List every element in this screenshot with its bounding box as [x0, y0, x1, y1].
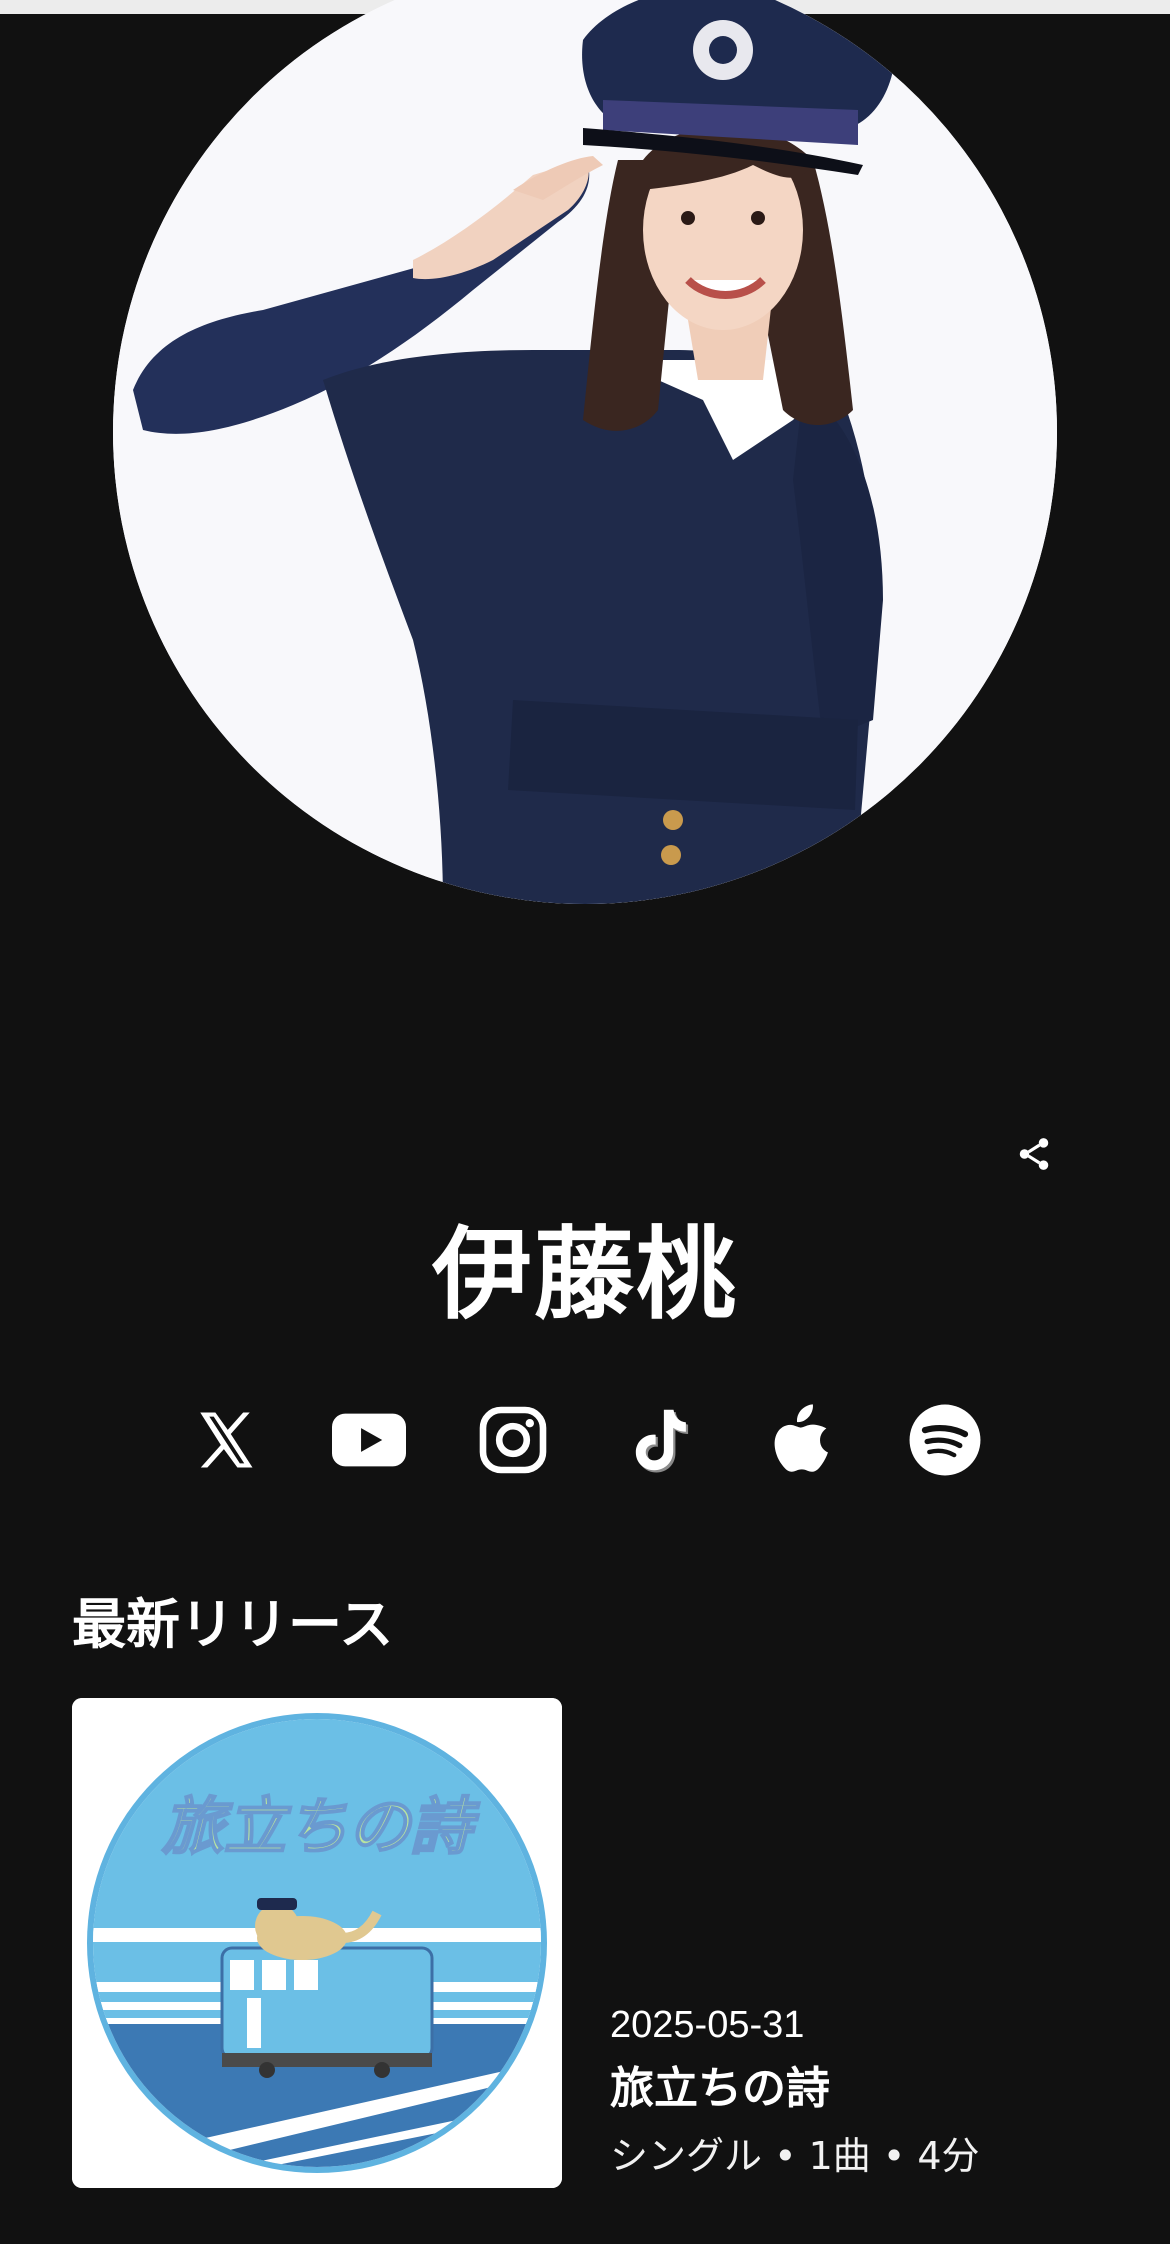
artist-page: 伊藤桃 最新リリース 旅立ちの詩 2025-05-31 旅立ちの詩 シングル •… [0, 0, 1170, 2244]
release-title[interactable]: 旅立ちの詩 [610, 2056, 1090, 2122]
apple-music-link[interactable] [761, 1400, 841, 1480]
youtube-icon [332, 1413, 406, 1467]
release-date: 2025-05-31 [610, 2004, 805, 2046]
artist-photo [113, 0, 1057, 904]
instagram-icon [479, 1406, 547, 1474]
x-icon [200, 1412, 253, 1468]
spotify-icon [909, 1404, 981, 1476]
share-icon [1019, 1138, 1049, 1170]
spotify-link[interactable] [905, 1400, 985, 1480]
apple-icon [774, 1404, 828, 1472]
release-meta: シングル • 1曲 • 4分 [610, 2134, 980, 2178]
instagram-link[interactable] [473, 1400, 553, 1480]
share-button[interactable] [1010, 1130, 1058, 1178]
cover-title-text: 旅立ちの詩 [161, 1790, 480, 1863]
tiktok-icon [635, 1409, 689, 1473]
latest-release-card[interactable]: 旅立ちの詩 2025-05-31 旅立ちの詩 シングル • 1曲 • 4分 [72, 1698, 1098, 2188]
latest-release-heading: 最新リリース [72, 1593, 394, 1656]
tiktok-link[interactable] [617, 1400, 697, 1480]
youtube-link[interactable] [329, 1400, 409, 1480]
release-info: 2025-05-31 旅立ちの詩 シングル • 1曲 • 4分 [610, 1998, 1090, 2186]
x-link[interactable] [185, 1400, 265, 1480]
release-cover-art[interactable]: 旅立ちの詩 [72, 1698, 562, 2188]
artist-name: 伊藤桃 [432, 1216, 738, 1333]
social-links [185, 1400, 985, 1480]
